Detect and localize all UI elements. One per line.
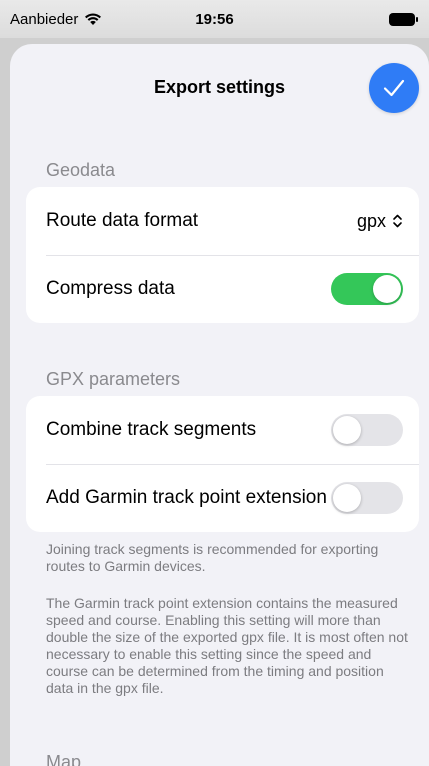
toggle-knob [333, 484, 361, 512]
gpx-group: Combine track segments Add Garmin track … [26, 396, 419, 532]
wifi-icon [85, 13, 102, 25]
footnote-garmin: The Garmin track point extension contain… [46, 595, 408, 696]
section-header-geodata: Geodata [46, 160, 116, 180]
section-header-map: Map [46, 752, 82, 766]
footnote-join: Joining track segments is recommended fo… [46, 541, 379, 574]
route-format-picker[interactable]: gpx [357, 211, 403, 232]
carrier-label: Aanbieder [10, 10, 79, 28]
chevron-up-down-icon [393, 214, 402, 228]
status-bar: Aanbieder 19:56 [0, 0, 429, 38]
compress-toggle[interactable] [331, 273, 403, 305]
garmin-extension-row: Add Garmin track point extension [26, 464, 419, 532]
combine-segments-label: Combine track segments [46, 419, 257, 440]
export-settings-sheet: Export settings Geodata Route data forma… [10, 44, 429, 766]
checkmark-icon [383, 79, 405, 97]
garmin-extension-label: Add Garmin track point extension [46, 487, 327, 508]
geodata-group: Route data format gpx Compress data [26, 187, 419, 323]
compress-row: Compress data [26, 255, 419, 323]
status-left: Aanbieder [10, 11, 102, 28]
route-format-value: gpx [356, 210, 386, 231]
battery-icon [389, 12, 418, 26]
route-format-label: Route data format [46, 210, 199, 231]
compress-label: Compress data [46, 278, 175, 299]
combine-segments-row: Combine track segments [26, 396, 419, 464]
combine-segments-toggle[interactable] [331, 414, 403, 446]
toggle-knob [333, 416, 361, 444]
garmin-extension-toggle[interactable] [331, 482, 403, 514]
done-button[interactable] [369, 63, 419, 113]
route-format-row[interactable]: Route data format gpx [26, 187, 419, 255]
page-title: Export settings [153, 77, 286, 97]
section-header-gpx: GPX parameters [46, 369, 181, 389]
toggle-knob [373, 275, 401, 303]
sheet-header: Export settings [10, 44, 429, 134]
